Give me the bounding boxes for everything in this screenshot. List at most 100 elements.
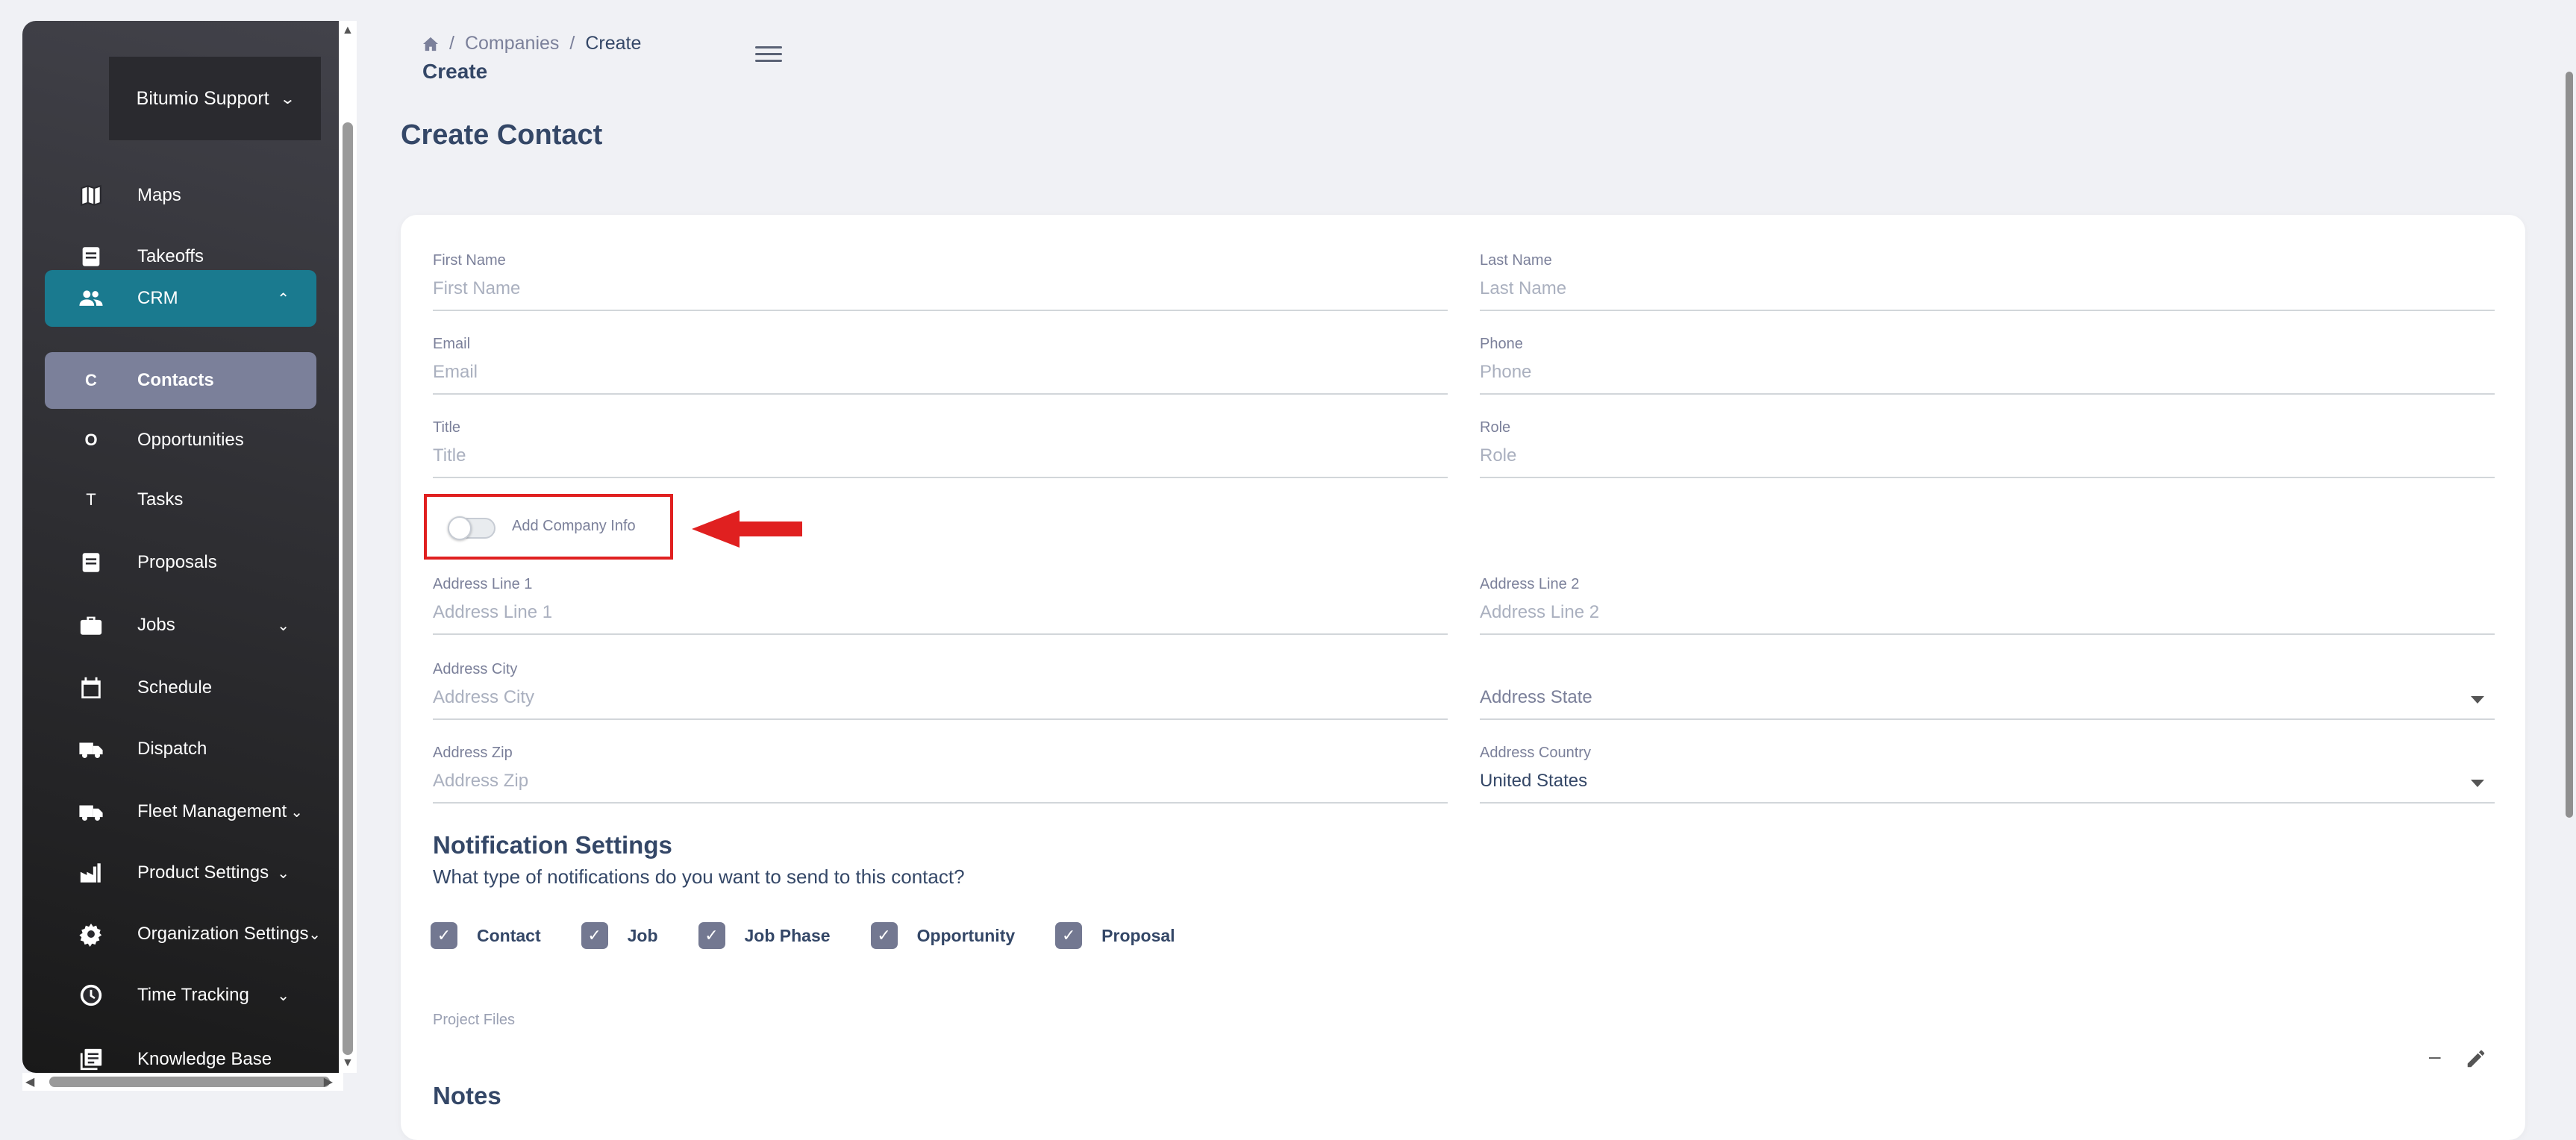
sidebar-item-opportunities[interactable]: O Opportunities <box>45 412 316 469</box>
check-icon[interactable]: ✓ <box>870 922 898 949</box>
page-title: Create Contact <box>401 119 603 151</box>
phone-input[interactable]: Phone <box>1480 362 2495 395</box>
scrollbar-thumb[interactable] <box>49 1077 330 1087</box>
receipt-icon <box>45 550 137 575</box>
sidebar-item-product-settings[interactable]: Product Settings ⌄ <box>45 845 316 901</box>
checkbox-job[interactable]: ✓ Job <box>581 922 658 949</box>
field-label: Email <box>433 336 471 352</box>
check-icon[interactable]: ✓ <box>698 922 725 949</box>
address-line-2-input[interactable]: Address Line 2 <box>1480 602 2495 635</box>
sidebar-item-organization-settings[interactable]: Organization Settings ⌄ <box>45 906 321 962</box>
sidebar-item-letter: T <box>86 490 96 509</box>
chevron-down-icon: ⌄ <box>290 804 303 821</box>
address-country-select[interactable]: United States <box>1480 771 2495 804</box>
checkbox-proposal[interactable]: ✓ Proposal <box>1055 922 1175 949</box>
sidebar-item-label: Opportunities <box>137 430 244 450</box>
map-icon <box>45 183 137 208</box>
library-icon <box>45 1047 137 1072</box>
scrollbar-thumb[interactable] <box>2566 72 2573 818</box>
truck-icon <box>45 799 137 824</box>
last-name-input[interactable]: Last Name <box>1480 278 2495 311</box>
breadcrumb-separator: / <box>449 33 454 54</box>
home-icon[interactable] <box>422 37 439 51</box>
title-input[interactable]: Title <box>433 445 1448 478</box>
title-field[interactable]: Title Title <box>433 419 1448 478</box>
notification-settings-question: What type of notifications do you want t… <box>433 865 965 888</box>
field-label: Address Country <box>1480 745 1591 761</box>
first-name-field[interactable]: First Name First Name <box>433 252 1448 311</box>
sidebar-item-fleet-management[interactable]: Fleet Management ⌄ <box>45 783 316 840</box>
address-zip-field[interactable]: Address Zip Address Zip <box>433 745 1448 804</box>
sidebar-item-schedule[interactable]: Schedule <box>45 660 316 716</box>
chevron-down-icon: ⌄ <box>277 865 290 882</box>
address-line-2-field[interactable]: Address Line 2 Address Line 2 <box>1480 576 2495 635</box>
notification-settings-heading: Notification Settings <box>433 831 672 859</box>
page-scrollbar[interactable] <box>2564 0 2576 1107</box>
email-field[interactable]: Email Email <box>433 336 1448 395</box>
check-icon[interactable]: ✓ <box>431 922 457 949</box>
notes-heading: Notes <box>433 1082 501 1109</box>
sidebar-vertical-scrollbar[interactable]: ▲ ▼ <box>339 21 357 1073</box>
checkbox-label: Opportunity <box>916 925 1016 945</box>
sidebar-horizontal-scrollbar[interactable]: ◀ ▶ <box>22 1073 343 1091</box>
breadcrumb-separator: / <box>569 33 575 54</box>
first-name-input[interactable]: First Name <box>433 278 1448 311</box>
address-country-field[interactable]: Address Country United States <box>1480 745 2495 804</box>
sidebar-item-maps[interactable]: Maps <box>45 167 316 224</box>
phone-field[interactable]: Phone Phone <box>1480 336 2495 395</box>
factory-icon <box>45 860 137 886</box>
scroll-left-icon[interactable]: ◀ <box>25 1074 34 1089</box>
sidebar-item-dispatch[interactable]: Dispatch <box>45 721 316 777</box>
address-zip-input[interactable]: Address Zip <box>433 771 1448 804</box>
calendar-icon <box>45 675 137 701</box>
field-label: Address Line 1 <box>433 576 533 592</box>
checkbox-job-phase[interactable]: ✓ Job Phase <box>698 922 831 949</box>
sidebar-item-label: Contacts <box>137 370 214 390</box>
sidebar-item-label: Dispatch <box>137 739 207 759</box>
role-input[interactable]: Role <box>1480 445 2495 478</box>
sidebar-item-crm[interactable]: CRM ⌃ <box>45 270 316 327</box>
sidebar-item-label: CRM <box>137 288 178 308</box>
pencil-icon[interactable] <box>2465 1047 2487 1070</box>
address-line-1-input[interactable]: Address Line 1 <box>433 602 1448 635</box>
role-field[interactable]: Role Role <box>1480 419 2495 478</box>
red-arrow-icon <box>692 510 802 548</box>
address-line-1-field[interactable]: Address Line 1 Address Line 1 <box>433 576 1448 635</box>
page-subtitle: Create <box>422 60 488 83</box>
last-name-field[interactable]: Last Name Last Name <box>1480 252 2495 311</box>
minus-icon[interactable]: – <box>2429 1045 2441 1068</box>
breadcrumb: / Companies / Create <box>422 33 641 54</box>
address-city-field[interactable]: Address City Address City <box>433 661 1448 720</box>
checkbox-opportunity[interactable]: ✓ Opportunity <box>870 922 1016 949</box>
address-state-field[interactable]: Address State <box>1480 661 2495 720</box>
sidebar-item-tasks[interactable]: T Tasks <box>45 472 316 528</box>
menu-toggle-icon[interactable] <box>755 46 782 66</box>
scroll-up-icon[interactable]: ▲ <box>342 24 354 37</box>
chevron-down-icon: ⌄ <box>279 90 296 107</box>
check-icon[interactable]: ✓ <box>1055 922 1083 949</box>
breadcrumb-current: Create <box>585 33 642 54</box>
sidebar-item-jobs[interactable]: Jobs ⌄ <box>45 597 316 654</box>
sidebar-item-contacts[interactable]: C Contacts <box>45 352 316 409</box>
truck-icon <box>45 736 137 762</box>
sidebar-item-label: Fleet Management <box>137 801 287 821</box>
checkbox-contact[interactable]: ✓ Contact <box>431 922 541 949</box>
address-city-input[interactable]: Address City <box>433 687 1448 720</box>
address-state-select[interactable]: Address State <box>1480 687 2495 720</box>
email-input[interactable]: Email <box>433 362 1448 395</box>
add-company-info-switch[interactable] <box>448 516 495 540</box>
sidebar-item-proposals[interactable]: Proposals <box>45 534 316 591</box>
sidebar-item-label: Proposals <box>137 552 217 572</box>
scrollbar-thumb[interactable] <box>343 122 353 1055</box>
receipt-icon <box>45 244 137 269</box>
org-switcher[interactable]: Bitumio Support ⌄ <box>109 57 321 140</box>
check-icon[interactable]: ✓ <box>581 922 608 949</box>
sidebar-item-knowledge-base[interactable]: Knowledge Base <box>45 1031 316 1073</box>
scroll-right-icon[interactable]: ▶ <box>324 1074 333 1089</box>
scroll-down-icon[interactable]: ▼ <box>342 1056 354 1070</box>
sidebar-item-time-tracking[interactable]: Time Tracking ⌄ <box>45 967 316 1024</box>
chevron-up-icon: ⌃ <box>277 290 290 307</box>
field-label: Role <box>1480 419 1511 436</box>
field-label: Address Line 2 <box>1480 576 1580 592</box>
breadcrumb-link-companies[interactable]: Companies <box>465 33 559 54</box>
